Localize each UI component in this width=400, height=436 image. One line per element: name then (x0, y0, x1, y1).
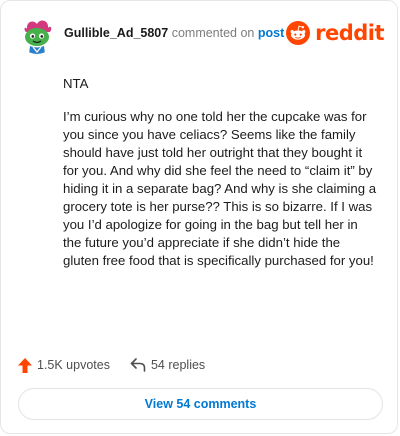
comment-paragraph: NTA (63, 76, 89, 91)
upvote-arrow-icon (18, 357, 32, 373)
snoo-avatar-icon (18, 16, 56, 54)
upvote-count: 1.5K upvotes (37, 358, 110, 372)
reply-arrow-icon (130, 358, 146, 372)
username-link[interactable]: Gullible_Ad_5807 (64, 26, 168, 40)
comment-paragraph: I’m curious why no one told her the cupc… (63, 109, 377, 268)
view-comments-button[interactable]: View 54 comments (18, 388, 383, 420)
post-link[interactable]: post (258, 26, 284, 40)
action-text: commented on (171, 26, 255, 40)
upvote-button[interactable]: 1.5K upvotes (18, 357, 110, 373)
comment-actions: 1.5K upvotes 54 replies (18, 355, 225, 375)
avatar[interactable] (18, 16, 56, 54)
comment-byline: Gullible_Ad_5807 commented on post (64, 26, 284, 40)
reddit-wordmark: reddit (315, 21, 384, 45)
reddit-logo-icon (286, 21, 311, 45)
reply-button[interactable]: 54 replies (130, 358, 205, 372)
reply-count: 54 replies (150, 358, 206, 372)
comment-card: Gullible_Ad_5807 commented on post reddi… (0, 0, 398, 434)
comment-header: Gullible_Ad_5807 commented on post reddi… (18, 16, 384, 56)
comment-body: NTA I’m curious why no one told her the … (63, 75, 379, 285)
reddit-logo[interactable]: reddit (286, 20, 384, 46)
